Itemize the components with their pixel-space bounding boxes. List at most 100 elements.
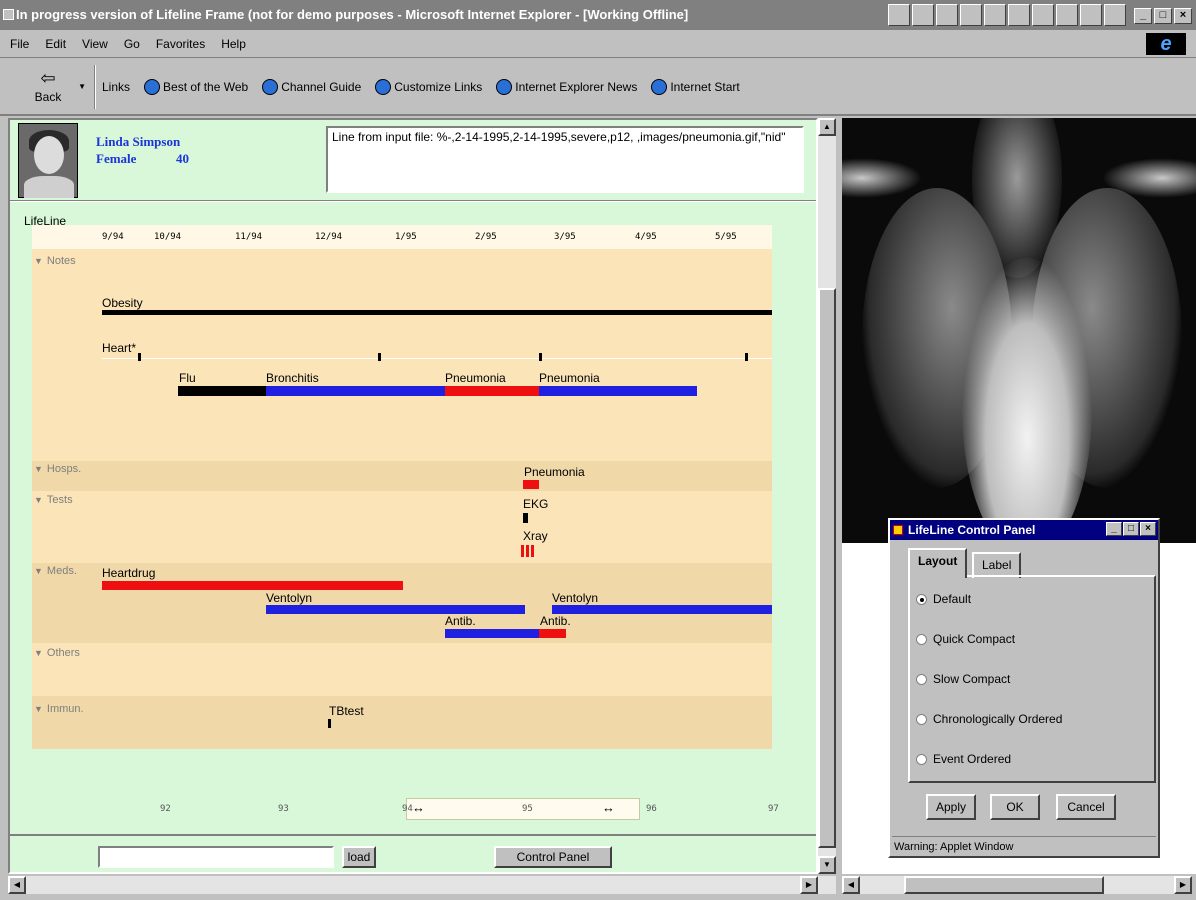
- menu-help[interactable]: Help: [221, 37, 246, 51]
- heart-event-mark[interactable]: [378, 353, 381, 361]
- collapse-triangle-icon: ▼: [34, 464, 43, 474]
- dialog-title-bar[interactable]: LifeLine Control Panel _ □ ×: [890, 520, 1158, 540]
- scroll-left-arrow-icon[interactable]: ◀: [842, 876, 860, 894]
- radio-icon: [916, 713, 927, 725]
- scroll-right-arrow-icon[interactable]: ▶: [1174, 876, 1192, 894]
- category-hosps[interactable]: ▼ Hosps.: [34, 463, 81, 475]
- ie-window-icon[interactable]: [3, 9, 14, 20]
- category-label: Hosps.: [46, 463, 82, 475]
- scroll-left-arrow-icon[interactable]: ◀: [8, 876, 26, 894]
- month-tick: 3/95: [554, 232, 576, 242]
- apply-button[interactable]: Apply: [926, 794, 976, 820]
- scroll-thumb[interactable]: [904, 876, 1104, 894]
- test-xray-mark[interactable]: [526, 545, 529, 557]
- lifeline-chart: ▼ Notes Obesity Heart* Flu Bronchitis Pne…: [32, 249, 772, 749]
- heart-event-mark[interactable]: [745, 353, 748, 361]
- category-others[interactable]: ▼ Others: [34, 647, 80, 659]
- collapse-triangle-icon: ▼: [34, 704, 43, 714]
- option-default[interactable]: Default: [916, 592, 971, 606]
- note-pneumonia-bar[interactable]: [539, 386, 697, 396]
- back-button[interactable]: ⇦ Back ▼: [8, 62, 88, 112]
- link-label: Channel Guide: [281, 79, 362, 94]
- med-ventolyn-bar[interactable]: [266, 605, 525, 614]
- scroll-up-arrow-icon[interactable]: ▲: [818, 118, 836, 136]
- hosp-pneumonia-bar[interactable]: [523, 480, 539, 489]
- option-event-ordered[interactable]: Event Ordered: [916, 752, 1011, 766]
- maximize-button[interactable]: □: [1154, 8, 1172, 24]
- tray-icon[interactable]: [1008, 4, 1030, 26]
- tray-icon[interactable]: [984, 4, 1006, 26]
- horizontal-scrollbar-right[interactable]: ◀ ▶: [842, 876, 1192, 894]
- file-input[interactable]: [98, 846, 334, 868]
- radio-selected-icon: [916, 593, 927, 605]
- category-notes[interactable]: ▼ Notes: [34, 255, 76, 267]
- tray-icon[interactable]: [1080, 4, 1102, 26]
- close-button[interactable]: ×: [1174, 8, 1192, 24]
- load-button[interactable]: load: [342, 846, 376, 868]
- tray-icon[interactable]: [1056, 4, 1078, 26]
- page-icon: [375, 78, 392, 95]
- link-best-of-web[interactable]: Best of the Web: [144, 78, 248, 95]
- tray-icon[interactable]: [1032, 4, 1054, 26]
- ok-button[interactable]: OK: [990, 794, 1040, 820]
- note-flu-bar[interactable]: [178, 386, 266, 396]
- med-heartdrug-bar[interactable]: [102, 581, 403, 590]
- cancel-button[interactable]: Cancel: [1056, 794, 1116, 820]
- tray-icon[interactable]: [960, 4, 982, 26]
- menu-file[interactable]: File: [10, 37, 29, 51]
- option-chronologically-ordered[interactable]: Chronologically Ordered: [916, 712, 1062, 726]
- immun-tbtest-label: TBtest: [329, 704, 364, 718]
- vertical-scrollbar[interactable]: ▲ ▼: [818, 118, 836, 874]
- menu-view[interactable]: View: [82, 37, 108, 51]
- window-title: In progress version of Lifeline Frame (n…: [16, 7, 689, 22]
- scroll-thumb[interactable]: [818, 288, 836, 848]
- tray-icon[interactable]: [936, 4, 958, 26]
- link-channel-guide[interactable]: Channel Guide: [262, 78, 362, 95]
- tab-layout[interactable]: Layout: [908, 548, 968, 578]
- med-antib-bar[interactable]: [539, 629, 566, 638]
- option-quick-compact[interactable]: Quick Compact: [916, 632, 1015, 646]
- ie-logo-icon: e: [1146, 33, 1186, 55]
- tray-icon[interactable]: [888, 4, 910, 26]
- link-ie-news[interactable]: Internet Explorer News: [496, 78, 637, 95]
- test-ekg-mark[interactable]: [523, 513, 528, 523]
- scroll-right-arrow-icon[interactable]: ▶: [800, 876, 818, 894]
- radio-icon: [916, 673, 927, 685]
- category-label: Notes: [46, 255, 76, 267]
- note-bronchitis-label: Bronchitis: [266, 371, 319, 385]
- close-button[interactable]: ×: [1140, 522, 1156, 536]
- note-pneumonia-bar[interactable]: [445, 386, 539, 396]
- minimize-button[interactable]: _: [1134, 8, 1152, 24]
- category-tests[interactable]: ▼ Tests: [34, 494, 73, 506]
- tray-icon[interactable]: [1104, 4, 1126, 26]
- category-immun[interactable]: ▼ Immun.: [34, 703, 84, 715]
- maximize-button[interactable]: □: [1123, 522, 1139, 536]
- minimize-button[interactable]: _: [1106, 522, 1122, 536]
- test-xray-mark[interactable]: [531, 545, 534, 557]
- horizontal-scrollbar-left[interactable]: ◀ ▶: [8, 876, 836, 894]
- tray-icon[interactable]: [912, 4, 934, 26]
- right-range-handle-icon[interactable]: ↔: [602, 800, 615, 815]
- note-obesity-bar[interactable]: [102, 310, 772, 315]
- menu-favorites[interactable]: Favorites: [156, 37, 205, 51]
- menu-edit[interactable]: Edit: [45, 37, 66, 51]
- back-label: Back: [34, 89, 62, 104]
- control-panel-button[interactable]: Control Panel: [494, 846, 612, 868]
- immun-tbtest-mark[interactable]: [328, 719, 331, 728]
- med-ventolyn-bar[interactable]: [552, 605, 772, 614]
- heart-event-mark[interactable]: [539, 353, 542, 361]
- option-slow-compact[interactable]: Slow Compact: [916, 672, 1010, 686]
- left-range-handle-icon[interactable]: ↔: [412, 800, 425, 815]
- category-meds[interactable]: ▼ Meds.: [34, 565, 77, 577]
- med-antib-bar[interactable]: [445, 629, 539, 638]
- link-customize-links[interactable]: Customize Links: [375, 78, 482, 95]
- test-xray-mark[interactable]: [521, 545, 524, 557]
- menu-go[interactable]: Go: [124, 37, 140, 51]
- link-internet-start[interactable]: Internet Start: [651, 78, 740, 95]
- note-bronchitis-bar[interactable]: [266, 386, 445, 396]
- heart-event-mark[interactable]: [138, 353, 141, 361]
- dropdown-arrow-icon[interactable]: ▼: [78, 82, 86, 91]
- collapse-triangle-icon: ▼: [34, 566, 43, 576]
- scroll-down-arrow-icon[interactable]: ▼: [818, 856, 836, 874]
- year-tick: 95: [522, 804, 533, 814]
